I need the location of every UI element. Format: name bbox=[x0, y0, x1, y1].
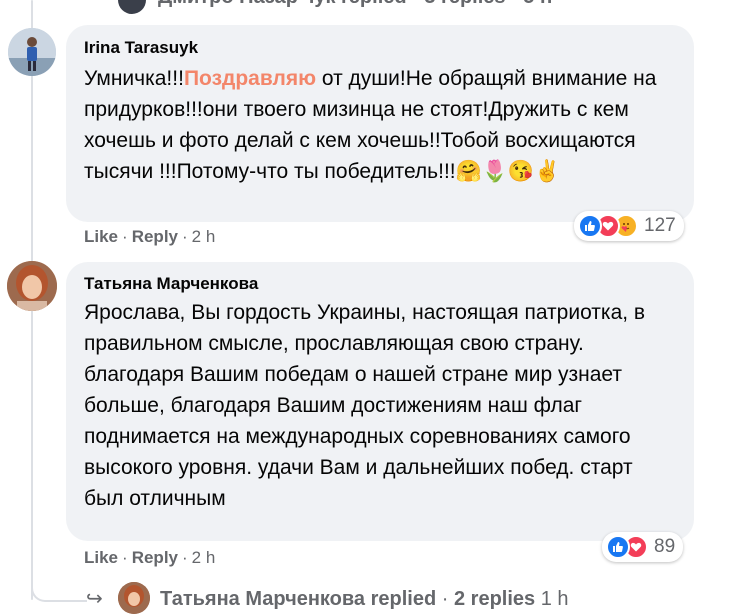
reaction-summary[interactable]: 127 bbox=[574, 211, 684, 241]
separator: · bbox=[182, 548, 188, 567]
reaction-count: 127 bbox=[644, 215, 676, 236]
avatar[interactable] bbox=[7, 261, 57, 311]
highlighted-word[interactable]: Поздравляю bbox=[184, 67, 316, 90]
comment-actions: Like · Reply · 2 h bbox=[84, 227, 215, 247]
reaction-summary[interactable]: 89 bbox=[602, 532, 684, 562]
avatar-image bbox=[7, 261, 57, 311]
replied-link[interactable]: Татьяна Марченкова replied · 2 replies 1… bbox=[160, 588, 569, 611]
reaction-count: 89 bbox=[654, 536, 676, 557]
reply-count[interactable]: 2 replies bbox=[454, 588, 535, 610]
like-icon bbox=[578, 214, 602, 238]
timestamp: 1 h bbox=[540, 588, 569, 610]
separator: · bbox=[122, 548, 128, 567]
thread-branch-line bbox=[31, 575, 87, 602]
like-button[interactable]: Like bbox=[84, 227, 118, 246]
comment-text: Ярослава, Вы гордость Украины, настоящая… bbox=[84, 301, 646, 510]
separator: · bbox=[182, 227, 188, 246]
comment-author[interactable]: Татьяна Марченкова bbox=[84, 274, 258, 294]
comment-author[interactable]: Irina Tarasuyk bbox=[84, 38, 198, 58]
avatar-image bbox=[8, 28, 56, 76]
like-button[interactable]: Like bbox=[84, 548, 118, 567]
comment-text-part: Умничка!!! bbox=[84, 67, 184, 90]
reply-button[interactable]: Reply bbox=[132, 227, 178, 246]
timestamp[interactable]: 2 h bbox=[192, 227, 216, 246]
reply-button[interactable]: Reply bbox=[132, 548, 178, 567]
separator: · bbox=[122, 227, 128, 246]
top-replied-link[interactable]: Дмитро Назар'чук replied · 3 replies · 5… bbox=[158, 0, 552, 9]
timestamp[interactable]: 2 h bbox=[192, 548, 216, 567]
like-icon bbox=[606, 535, 630, 559]
avatar[interactable] bbox=[8, 28, 56, 76]
comment-text: Умничка!!!Поздравляю от души!Не обращяй … bbox=[84, 63, 674, 187]
comment-actions: Like · Reply · 2 h bbox=[84, 548, 215, 568]
avatar[interactable] bbox=[118, 582, 150, 614]
replied-author[interactable]: Татьяна Марченкова bbox=[160, 588, 365, 610]
replied-label[interactable]: replied bbox=[371, 588, 437, 610]
reply-arrow-icon: ↪ bbox=[86, 588, 103, 610]
avatar-image bbox=[118, 582, 150, 614]
separator: · bbox=[441, 588, 449, 610]
avatar[interactable] bbox=[118, 0, 146, 14]
